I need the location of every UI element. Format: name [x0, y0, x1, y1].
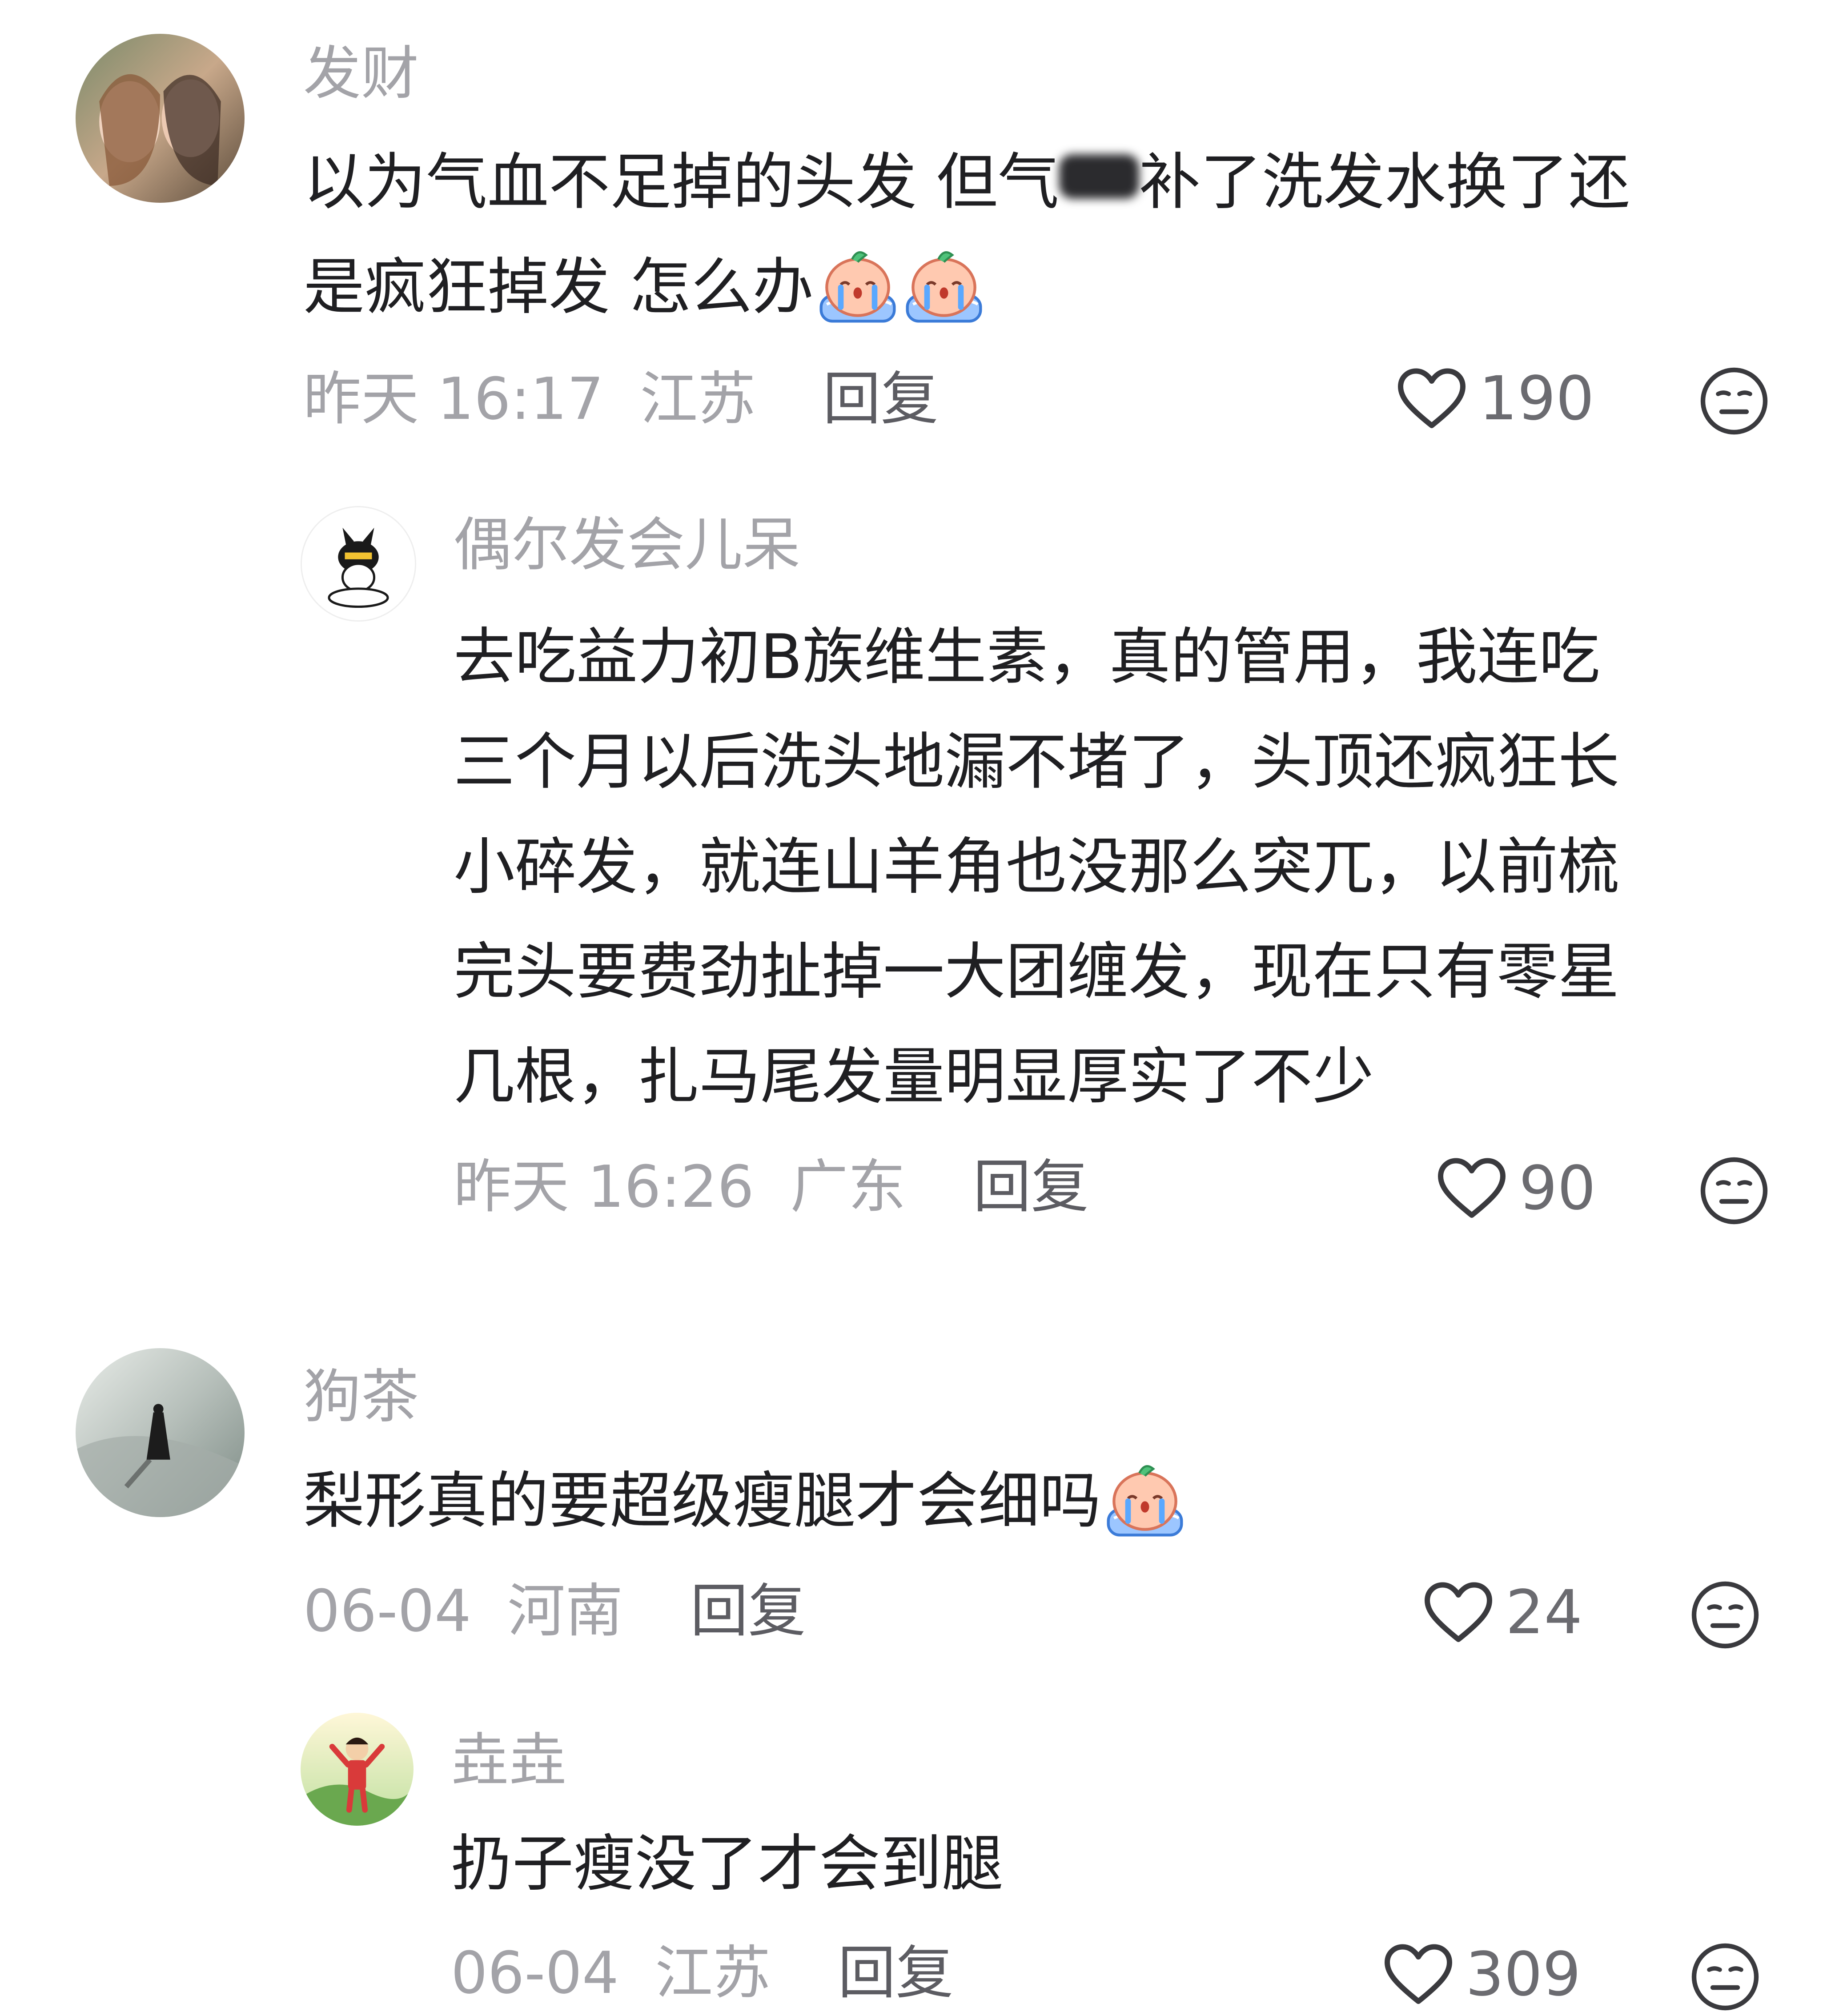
- timestamp: 06-04: [451, 1939, 619, 2007]
- heart-outline-icon: [1383, 1941, 1454, 2008]
- username[interactable]: 垚垚: [451, 1731, 566, 1789]
- avatar-image-icon: [76, 1348, 245, 1517]
- avatar-image-icon: [76, 34, 245, 203]
- user-avatar[interactable]: [76, 1348, 245, 1517]
- heart-outline-icon: [1396, 365, 1467, 432]
- comment-meta: 昨天 16:26 广东 回复: [454, 1158, 1089, 1216]
- username[interactable]: 发财: [303, 44, 419, 102]
- like-count: 90: [1519, 1153, 1596, 1224]
- heart-outline-icon: [1423, 1579, 1494, 1646]
- like-button[interactable]: 24: [1423, 1579, 1582, 1646]
- user-avatar[interactable]: [76, 34, 245, 203]
- like-count: 309: [1466, 1940, 1581, 2010]
- username[interactable]: 偶尔发会儿呆: [454, 516, 800, 574]
- comment-meta: 06-04 河南 回复: [303, 1582, 806, 1640]
- neutral-face-icon[interactable]: [1690, 1579, 1761, 1651]
- like-button[interactable]: 309: [1383, 1941, 1581, 2008]
- comment-meta: 06-04 江苏 回复: [451, 1944, 953, 2002]
- timestamp: 昨天 16:17: [303, 365, 604, 433]
- comment-text-part: 是疯狂掉发 怎么办: [303, 251, 814, 323]
- timestamp: 昨天 16:26: [454, 1153, 754, 1221]
- reply-button[interactable]: 回复: [838, 1939, 953, 2007]
- redacted-mask: [1059, 154, 1139, 199]
- location: 河南: [507, 1577, 623, 1645]
- comment-text-part: 梨形真的要超级瘦腿才会细吗: [303, 1465, 1101, 1537]
- location: 江苏: [655, 1939, 771, 2007]
- location: 江苏: [640, 365, 756, 433]
- user-avatar[interactable]: [301, 506, 416, 622]
- like-count: 24: [1506, 1578, 1583, 1648]
- like-button[interactable]: 190: [1396, 365, 1594, 432]
- neutral-face-icon[interactable]: [1690, 1941, 1761, 2012]
- username[interactable]: 狗茶: [303, 1368, 419, 1426]
- avatar-image-icon: [301, 1713, 414, 1826]
- crying-sticker-emoji: [902, 242, 986, 327]
- reply-button[interactable]: 回复: [973, 1153, 1089, 1221]
- user-avatar[interactable]: [301, 1713, 414, 1826]
- location: 广东: [790, 1153, 906, 1221]
- comment-text-part: 以为气血不足掉的头发 但气: [303, 146, 1059, 218]
- timestamp: 06-04: [303, 1577, 471, 1645]
- comment-text: 扔子瘦没了才会到腿: [451, 1828, 1004, 1900]
- comment-text: 以为气血不足掉的头发 但气 补了洗发水换了还 是疯狂掉发 怎么办: [303, 130, 1771, 340]
- reply-button[interactable]: 回复: [823, 365, 939, 433]
- reply-button[interactable]: 回复: [690, 1577, 806, 1645]
- comment-text-part: 补了洗发水换了还: [1139, 146, 1630, 218]
- comment-text: 梨形真的要超级瘦腿才会细吗: [303, 1449, 1771, 1554]
- crying-sticker-emoji: [1103, 1456, 1187, 1541]
- avatar-image-icon: [302, 507, 415, 620]
- heart-outline-icon: [1436, 1155, 1507, 1222]
- neutral-face-icon[interactable]: [1698, 1155, 1770, 1226]
- crying-sticker-emoji: [815, 242, 900, 327]
- comment-text: 去吃益力初B族维生素，真的管用，我连吃 三个月以后洗头地漏不堵了，头顶还疯狂长 …: [454, 621, 1620, 1112]
- comment-meta: 昨天 16:17 江苏 回复: [303, 370, 939, 428]
- neutral-face-icon[interactable]: [1698, 365, 1770, 437]
- like-button[interactable]: 90: [1436, 1155, 1596, 1222]
- like-count: 190: [1479, 364, 1594, 434]
